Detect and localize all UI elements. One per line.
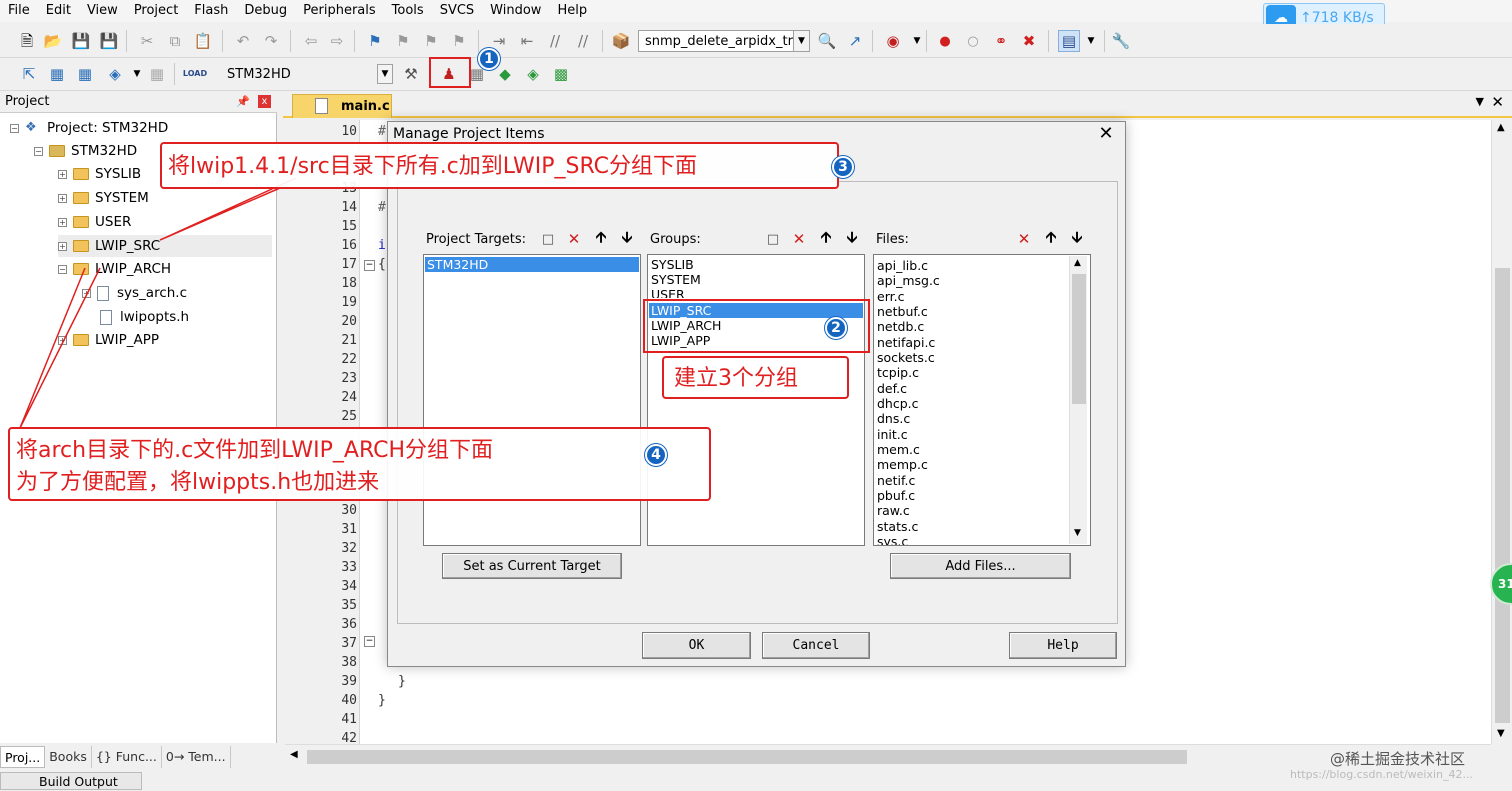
annotation-arch-note: 将arch目录下的.c文件加到LWIP_ARCH分组下面 为了方便配置，将lwi… xyxy=(8,427,711,501)
annotation-groups-note: 建立3个分组 xyxy=(662,356,849,399)
step-badge-3: 3 xyxy=(832,156,854,178)
annotation-src-note: 将lwip1.4.1/src目录下所有.c加到LWIP_SRC分组下面 xyxy=(160,142,839,189)
step-badge-4: 4 xyxy=(645,444,667,466)
callout-line-arch xyxy=(19,267,101,429)
watermark: @稀土掘金技术社区 xyxy=(1330,750,1466,768)
faint-watermark: https://blog.csdn.net/weixin_42... xyxy=(1290,768,1474,781)
